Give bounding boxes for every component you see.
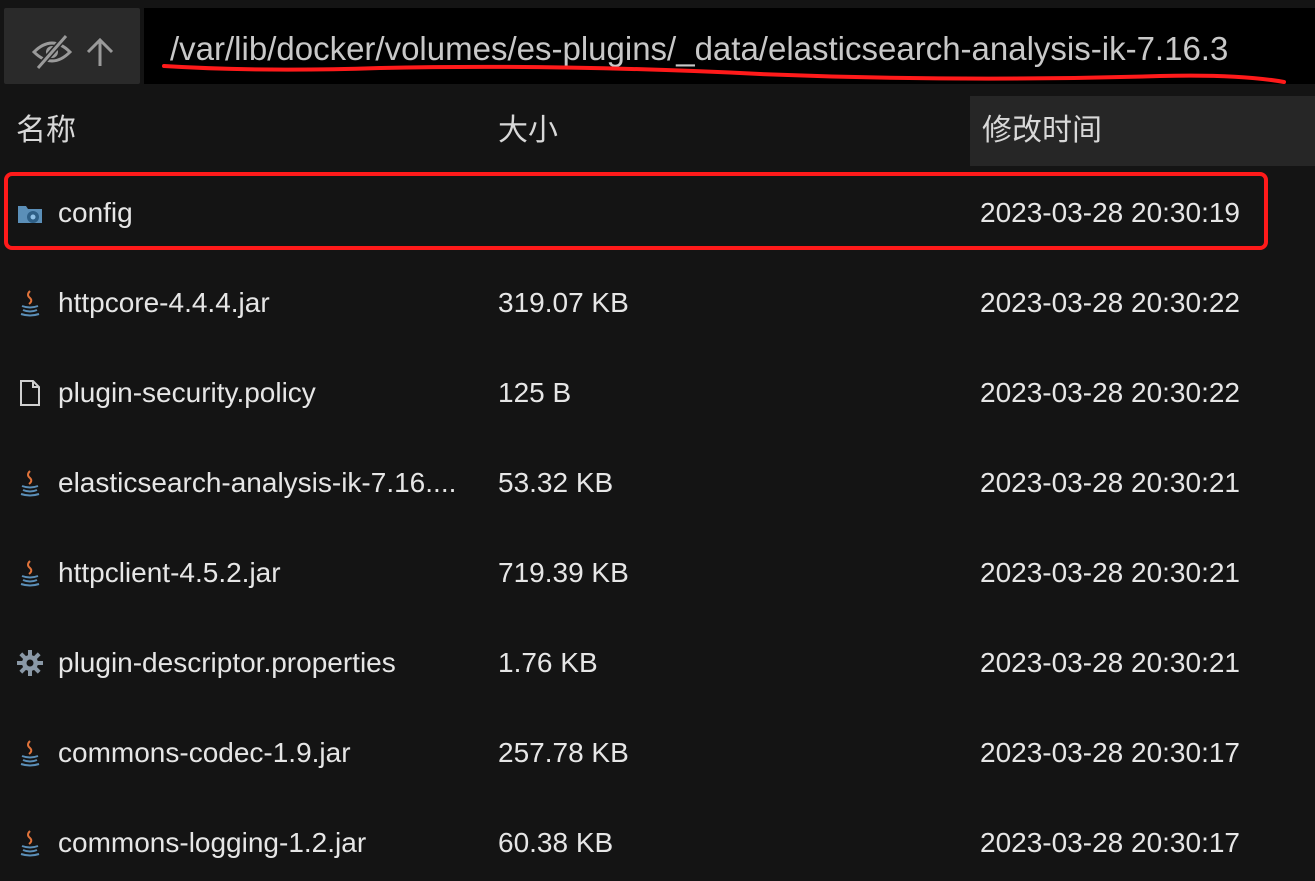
file-name: plugin-descriptor.properties — [58, 647, 396, 678]
gear-icon — [16, 649, 44, 677]
file-modified: 2023-03-28 20:30:21 — [980, 647, 1240, 678]
eye-slash-icon[interactable] — [30, 32, 74, 72]
file-row[interactable]: commons-logging-1.2.jar 60.38 KB 2023-03… — [0, 798, 1315, 881]
file-modified: 2023-03-28 20:30:17 — [980, 737, 1240, 768]
java-icon — [16, 739, 44, 767]
file-size: 719.39 KB — [498, 557, 629, 588]
path-input[interactable]: /var/lib/docker/volumes/es-plugins/_data… — [170, 30, 1228, 68]
file-row[interactable]: elasticsearch-analysis-ik-7.16.... 53.32… — [0, 438, 1315, 528]
file-size: 125 B — [498, 377, 572, 408]
column-name-header[interactable]: 名称 — [0, 96, 496, 166]
file-name: httpcore-4.4.4.jar — [58, 287, 270, 318]
java-icon — [16, 829, 44, 857]
folder-settings-icon — [16, 199, 44, 227]
file-modified: 2023-03-28 20:30:21 — [980, 557, 1240, 588]
file-name: plugin-security.policy — [58, 377, 316, 408]
arrow-up-icon[interactable] — [80, 32, 120, 72]
file-row[interactable]: plugin-security.policy 125 B 2023-03-28 … — [0, 348, 1315, 438]
file-size: 53.32 KB — [498, 467, 614, 498]
java-icon — [16, 289, 44, 317]
file-row[interactable]: httpcore-4.4.4.jar 319.07 KB 2023-03-28 … — [0, 258, 1315, 348]
file-row-config[interactable]: config 2023-03-28 20:30:19 — [0, 168, 1315, 258]
file-name: commons-codec-1.9.jar — [58, 737, 351, 768]
file-icon — [16, 379, 44, 407]
file-size: 319.07 KB — [498, 287, 629, 318]
file-browser: /var/lib/docker/volumes/es-plugins/_data… — [0, 0, 1315, 881]
column-header: 名称 大小 修改时间 — [0, 96, 1315, 166]
file-name: config — [58, 197, 133, 228]
file-name: httpclient-4.5.2.jar — [58, 557, 281, 588]
file-row[interactable]: httpclient-4.5.2.jar 719.39 KB 2023-03-2… — [0, 528, 1315, 618]
file-size: 60.38 KB — [498, 827, 614, 858]
file-name: elasticsearch-analysis-ik-7.16.... — [58, 467, 457, 498]
file-name: commons-logging-1.2.jar — [58, 827, 367, 858]
file-size: 1.76 KB — [498, 647, 598, 678]
column-modified-header[interactable]: 修改时间 — [970, 96, 1315, 166]
file-size: 257.78 KB — [498, 737, 629, 768]
nav-buttons — [4, 8, 140, 84]
java-icon — [16, 469, 44, 497]
toolbar: /var/lib/docker/volumes/es-plugins/_data… — [0, 0, 1315, 86]
file-modified: 2023-03-28 20:30:17 — [980, 827, 1240, 858]
file-modified: 2023-03-28 20:30:22 — [980, 377, 1240, 408]
path-bar[interactable]: /var/lib/docker/volumes/es-plugins/_data… — [144, 8, 1315, 84]
file-row[interactable]: commons-codec-1.9.jar 257.78 KB 2023-03-… — [0, 708, 1315, 798]
file-modified: 2023-03-28 20:30:19 — [980, 197, 1240, 228]
file-row[interactable]: plugin-descriptor.properties 1.76 KB 202… — [0, 618, 1315, 708]
file-modified: 2023-03-28 20:30:21 — [980, 467, 1240, 498]
file-modified: 2023-03-28 20:30:22 — [980, 287, 1240, 318]
column-size-header[interactable]: 大小 — [482, 96, 968, 166]
java-icon — [16, 559, 44, 587]
